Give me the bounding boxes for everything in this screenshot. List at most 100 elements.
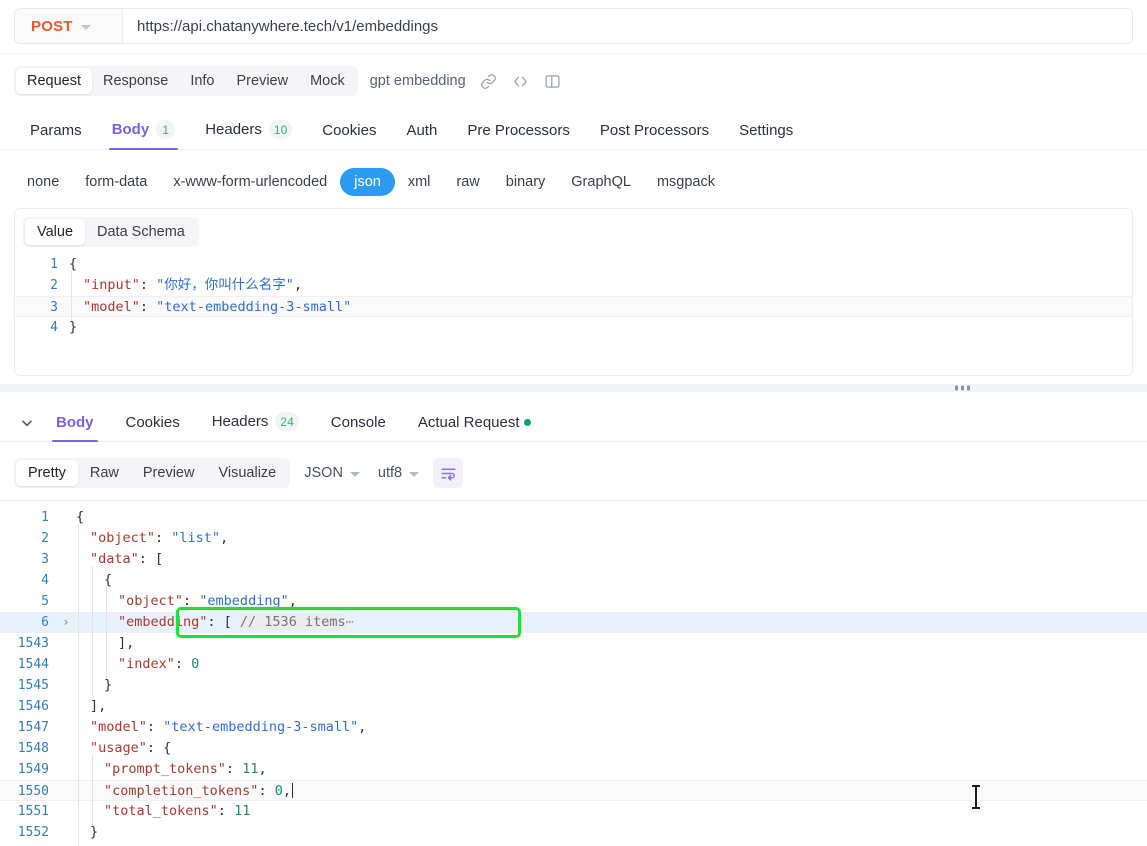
link-icon[interactable] [480,72,498,90]
body-type-none[interactable]: none [14,168,72,196]
tab-info[interactable]: Info [179,68,225,94]
request-tab-label: Body [111,121,150,138]
code-token: : [258,783,275,799]
response-mode-raw[interactable]: Raw [78,460,131,486]
response-tab-headers[interactable]: Headers 24 [196,412,315,442]
code-token: 0 [191,656,200,672]
top-tab-icons [480,72,562,90]
tab-data-schema[interactable]: Data Schema [85,219,197,245]
code-icon[interactable] [512,72,530,90]
response-tab-actual-request[interactable]: Actual Request [402,414,547,442]
response-tab-label: Body [56,414,94,431]
code-line[interactable]: 2 "input": "你好，你叫什么名字", [15,271,1132,300]
chevron-down-icon[interactable] [14,416,40,442]
code-line-text: "total_tokens": 11 [74,797,1147,826]
response-headers-count-badge: 24 [275,412,299,431]
request-tab-cookies[interactable]: Cookies [307,122,391,150]
code-line[interactable]: 1552 } [0,818,1147,846]
code-token: "text-embedding-3-small" [156,299,352,315]
code-line[interactable]: 1543 ], [0,629,1147,658]
request-tab-settings[interactable]: Settings [724,122,808,150]
code-token: "index" [118,656,175,672]
value-schema-tabs: Value Data Schema [23,217,199,247]
chevron-down-icon [349,471,360,477]
response-tab-bar: Body Cookies Headers 24 Console Actual R… [0,396,1147,442]
drag-handle-icon[interactable] [955,385,970,391]
tab-mock[interactable]: Mock [299,68,356,94]
body-type-msgpack[interactable]: msgpack [644,168,728,196]
code-line[interactable]: 1548 "usage": { [0,734,1147,763]
tab-value[interactable]: Value [25,219,86,245]
line-number: 1551 [17,804,49,819]
code-line[interactable]: 1545 } [0,671,1147,700]
response-tab-console[interactable]: Console [315,414,402,442]
headers-count-badge: 10 [268,120,293,139]
body-type-binary[interactable]: binary [493,168,559,196]
url-input[interactable]: https://api.chatanywhere.tech/v1/embeddi… [123,9,1132,43]
response-mode-visualize[interactable]: Visualize [206,460,288,486]
response-tab-body[interactable]: Body [40,414,110,442]
response-mode-preview[interactable]: Preview [131,460,207,486]
panel-resize-divider[interactable] [0,384,1147,392]
code-line[interactable]: 4 { [0,566,1147,595]
line-number: 2 [41,531,49,546]
fold-toggle-icon[interactable]: › [58,612,74,633]
split-panel-icon[interactable] [544,72,562,90]
response-mode-pretty[interactable]: Pretty [16,460,78,486]
code-line[interactable]: 1{ [0,507,1147,528]
chevron-down-icon [80,24,91,30]
code-token: : { [146,740,172,756]
status-dot-icon [523,419,531,426]
body-type-form-data[interactable]: form-data [72,168,160,196]
response-tab-cookies[interactable]: Cookies [110,414,196,442]
response-code-editor[interactable]: 1{2 "object": "list", 3 "data": [4 {5 "ob… [0,501,1147,846]
response-encoding-select[interactable]: utf8 [374,460,423,486]
request-tab-headers[interactable]: Headers 10 [190,120,307,150]
response-format-select[interactable]: JSON [300,460,364,486]
request-code-editor[interactable]: 1{2 "input": "你好，你叫什么名字", 3 "model": "tex… [15,254,1132,338]
code-line[interactable]: 1550 "completion_tokens": 0, [0,777,1147,806]
code-line[interactable]: 3 "data": [ [0,545,1147,574]
code-line[interactable]: 6 › "embedding": [ // 1536 items⋯ [0,608,1147,637]
request-tab-post-processors[interactable]: Post Processors [585,122,724,150]
body-type-urlencoded[interactable]: x-www-form-urlencoded [160,168,340,196]
line-number: 1544 [17,657,49,672]
code-line[interactable]: 4} [15,317,1132,338]
indent-guide [76,818,90,846]
body-type-raw[interactable]: raw [443,168,492,196]
code-token: "model" [90,719,147,735]
body-type-xml[interactable]: xml [395,168,444,196]
tab-response[interactable]: Response [92,68,179,94]
code-token: "object" [118,593,184,609]
code-line[interactable]: 2 "object": "list", [0,524,1147,553]
tab-preview[interactable]: Preview [226,68,300,94]
method-selector[interactable]: POST [15,9,123,43]
code-line[interactable]: 1549 "prompt_tokens": 11, [0,755,1147,784]
code-line[interactable]: 1547 "model": "text-embedding-3-small", [0,713,1147,742]
body-type-selector: none form-data x-www-form-urlencoded jso… [0,150,1147,202]
request-tab-body[interactable]: Body 1 [97,120,191,150]
text-caret [291,783,293,798]
code-line[interactable]: 5 "object": "embedding", [0,587,1147,616]
code-line[interactable]: 1{ [15,254,1132,275]
line-number: 2 [50,278,58,293]
code-token: ⋯ [345,614,354,630]
tab-request[interactable]: Request [16,68,93,94]
code-line[interactable]: 1546 ], [0,692,1147,721]
body-type-graphql[interactable]: GraphQL [558,168,644,196]
code-token: "embedding" [199,593,289,609]
request-tab-auth[interactable]: Auth [391,122,452,150]
body-type-json[interactable]: json [340,168,395,196]
code-line[interactable]: 3 "model": "text-embedding-3-small" [15,293,1132,322]
line-number: 5 [41,594,49,609]
code-token: "prompt_tokens" [104,761,226,777]
code-line[interactable]: 1551 "total_tokens": 11 [0,797,1147,826]
code-line[interactable]: 1544 "index": 0 [0,650,1147,679]
code-line-text: } [74,818,1147,846]
request-tab-label: Pre Processors [467,122,570,139]
text-wrap-icon[interactable] [433,458,464,488]
request-tab-pre-processors[interactable]: Pre Processors [452,122,585,150]
request-tab-params[interactable]: Params [14,122,97,150]
code-token: : [ [138,551,164,567]
